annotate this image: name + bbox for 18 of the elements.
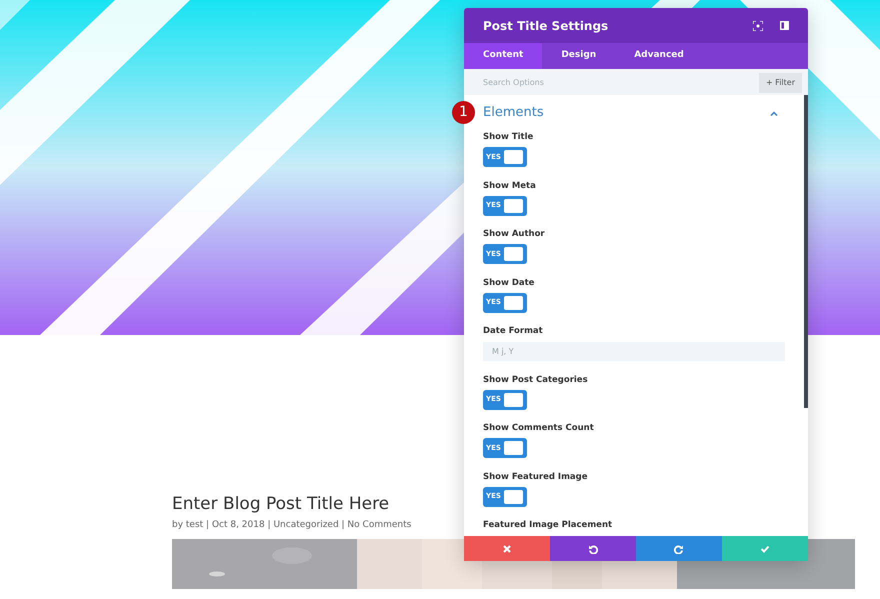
filter-button[interactable]: + Filter — [758, 73, 802, 93]
option-label: Show Author — [483, 228, 546, 240]
modal-title: Post Title Settings — [483, 18, 610, 34]
option-label: Show Title — [483, 131, 534, 143]
tab[interactable]: Content — [464, 43, 542, 69]
tab[interactable]: Advanced — [615, 43, 703, 69]
option-label: Show Meta — [483, 180, 537, 192]
option-label: Date Format — [483, 325, 544, 337]
option-label: Show Date — [483, 276, 536, 288]
section-title[interactable]: Elements — [483, 103, 770, 123]
option-label: Featured Image Placement — [483, 519, 614, 531]
option-label: Show Post Categories — [483, 374, 589, 386]
tab[interactable]: Design — [542, 43, 616, 69]
post-meta: by test | Oct 8, 2018 | Uncategorized | No Comments — [172, 519, 412, 531]
post-title: Enter Blog Post Title Here — [172, 493, 390, 515]
option-label: Show Comments Count — [483, 422, 595, 434]
input-field[interactable]: M j, Y — [483, 342, 785, 361]
option-label: Show Featured Image — [483, 470, 589, 482]
